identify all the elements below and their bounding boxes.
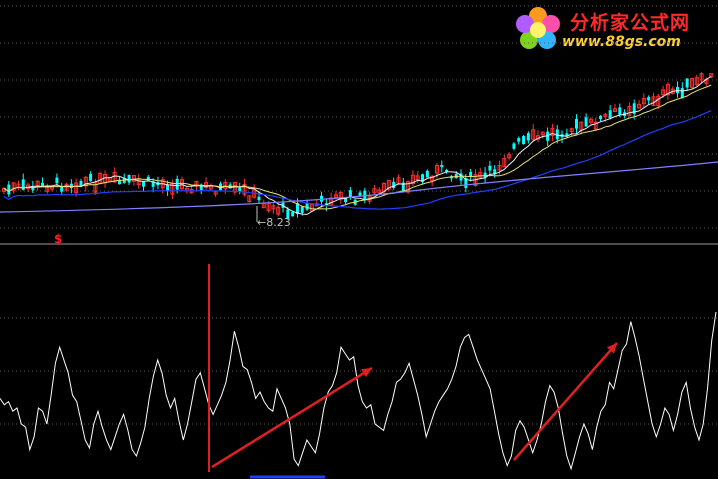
candle-down (608, 110, 612, 119)
ma-yellow-line (3, 84, 712, 210)
candle-down (238, 187, 242, 192)
grid-lines (0, 5, 718, 479)
candle-down (618, 107, 622, 115)
candle-down (79, 181, 83, 186)
candle-down (574, 119, 578, 129)
candle-down (440, 165, 444, 168)
indicator-panel (0, 264, 717, 472)
ma-lightblue-line (0, 161, 718, 213)
candle-down (555, 129, 559, 140)
candle-down (142, 181, 146, 187)
trend-arrow (513, 342, 618, 461)
candle-down (300, 206, 304, 213)
candle-down (257, 196, 261, 201)
candle-down (599, 115, 603, 120)
chart-canvas: $ ←8.23 (0, 5, 718, 479)
candle-down (291, 212, 295, 217)
candle-down (127, 174, 131, 183)
candle-down (55, 177, 59, 184)
ma-blue-line (3, 110, 712, 210)
candle-down (358, 192, 362, 196)
candle-down (392, 181, 396, 188)
candle-down (40, 183, 44, 186)
candle-down (488, 165, 492, 171)
signal-marker: $ (54, 232, 62, 246)
price-panel (0, 72, 718, 222)
indicator-line (0, 311, 717, 471)
trend-arrow (211, 366, 373, 469)
candle-down (512, 143, 516, 149)
candle-down (517, 138, 521, 142)
candle-down (526, 133, 530, 141)
low-price-label: ←8.23 (257, 216, 291, 229)
candle-down (348, 190, 352, 197)
candle-down (7, 184, 11, 195)
candle-down (647, 97, 651, 101)
ma-white-line (3, 76, 712, 215)
candle-down (305, 202, 309, 210)
candle-down (680, 88, 684, 98)
candle-down (685, 78, 689, 88)
candle-down (89, 173, 93, 182)
candle-down (175, 178, 179, 190)
candle-down (146, 176, 150, 181)
candle-down (522, 136, 526, 145)
candle-down (584, 117, 588, 127)
candle-down (425, 170, 429, 178)
